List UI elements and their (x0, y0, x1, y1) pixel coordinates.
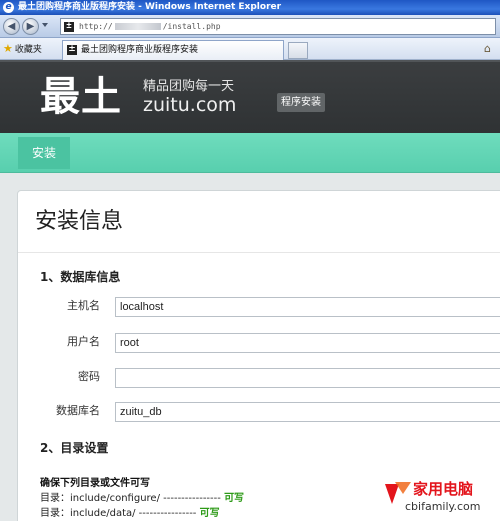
dir-row: 目录：include/data/ ---------------- 可写 (40, 507, 220, 520)
tab-install[interactable]: 安装 (18, 137, 70, 169)
dbname-label: 数据库名 (56, 404, 100, 417)
dir-check-heading: 确保下列目录或文件可写 (40, 478, 150, 489)
watermark: 家用电脑 cbifamily.com (383, 478, 500, 521)
title-divider (18, 252, 500, 253)
favorites-label: 收藏夹 (14, 45, 42, 55)
site-domain: zuitu.com (143, 94, 237, 116)
url-prefix: http:// (79, 22, 113, 31)
password-label: 密码 (78, 370, 100, 383)
user-label: 用户名 (67, 335, 100, 348)
site-favicon-icon: ± (64, 22, 74, 32)
page-title: 安装信息 (35, 209, 124, 234)
new-tab-button[interactable] (288, 42, 308, 59)
url-input[interactable]: ± http:// /install.php (60, 18, 496, 35)
install-card (17, 190, 500, 521)
site-header: 最土 精品团购每一天 zuitu.com 程序安装 (0, 60, 500, 133)
tab-favicon-icon: ± (67, 44, 77, 55)
tab-title: 最土团购程序商业版程序安装 (81, 45, 199, 55)
history-dropdown-icon[interactable] (42, 23, 48, 27)
db-section-heading: 1、数据库信息 (40, 270, 121, 284)
window-title: 最土团购程序商业版程序安装 - Windows Internet Explore… (18, 2, 282, 12)
forward-arrow-icon[interactable]: ▶ (22, 18, 39, 35)
dir-status: 可写 (199, 508, 220, 519)
watermark-cn-text: 家用电脑 (413, 480, 474, 498)
nav-strip: 安装 (0, 133, 500, 173)
password-input[interactable] (115, 368, 500, 388)
host-label: 主机名 (67, 299, 100, 312)
url-suffix: /install.php (162, 22, 221, 31)
dbname-input[interactable]: zuitu_db (115, 402, 500, 422)
dir-path: 目录：include/data/ ---------------- (40, 508, 197, 519)
back-arrow-icon[interactable]: ◀ (3, 18, 20, 35)
site-slogan: 精品团购每一天 (143, 79, 235, 94)
install-badge: 程序安装 (277, 93, 325, 112)
dir-section-heading: 2、目录设置 (40, 441, 109, 455)
window-title-bar: e 最土团购程序商业版程序安装 - Windows Internet Explo… (0, 0, 500, 15)
favorites-button[interactable]: ★ 收藏夹 (3, 42, 42, 56)
home-icon[interactable]: ⌂ (484, 42, 498, 56)
star-icon: ★ (3, 42, 13, 55)
url-redacted-host (114, 23, 161, 30)
browser-tab[interactable]: ± 最土团购程序商业版程序安装 (62, 40, 284, 60)
site-logo[interactable]: 最土 (40, 74, 122, 120)
address-bar: ◀ ▶ ± http:// /install.php (0, 15, 500, 38)
ie-logo-icon: e (3, 2, 14, 13)
favorites-bar: ★ 收藏夹 ± 最土团购程序商业版程序安装 ⌂ (0, 38, 500, 60)
host-input[interactable]: localhost (115, 297, 500, 317)
dir-row: 目录：include/configure/ ---------------- 可… (40, 492, 244, 505)
user-input[interactable]: root (115, 333, 500, 353)
dir-path: 目录：include/configure/ ---------------- (40, 493, 221, 504)
watermark-en-text: cbifamily.com (405, 500, 481, 513)
dir-status: 可写 (224, 493, 245, 504)
